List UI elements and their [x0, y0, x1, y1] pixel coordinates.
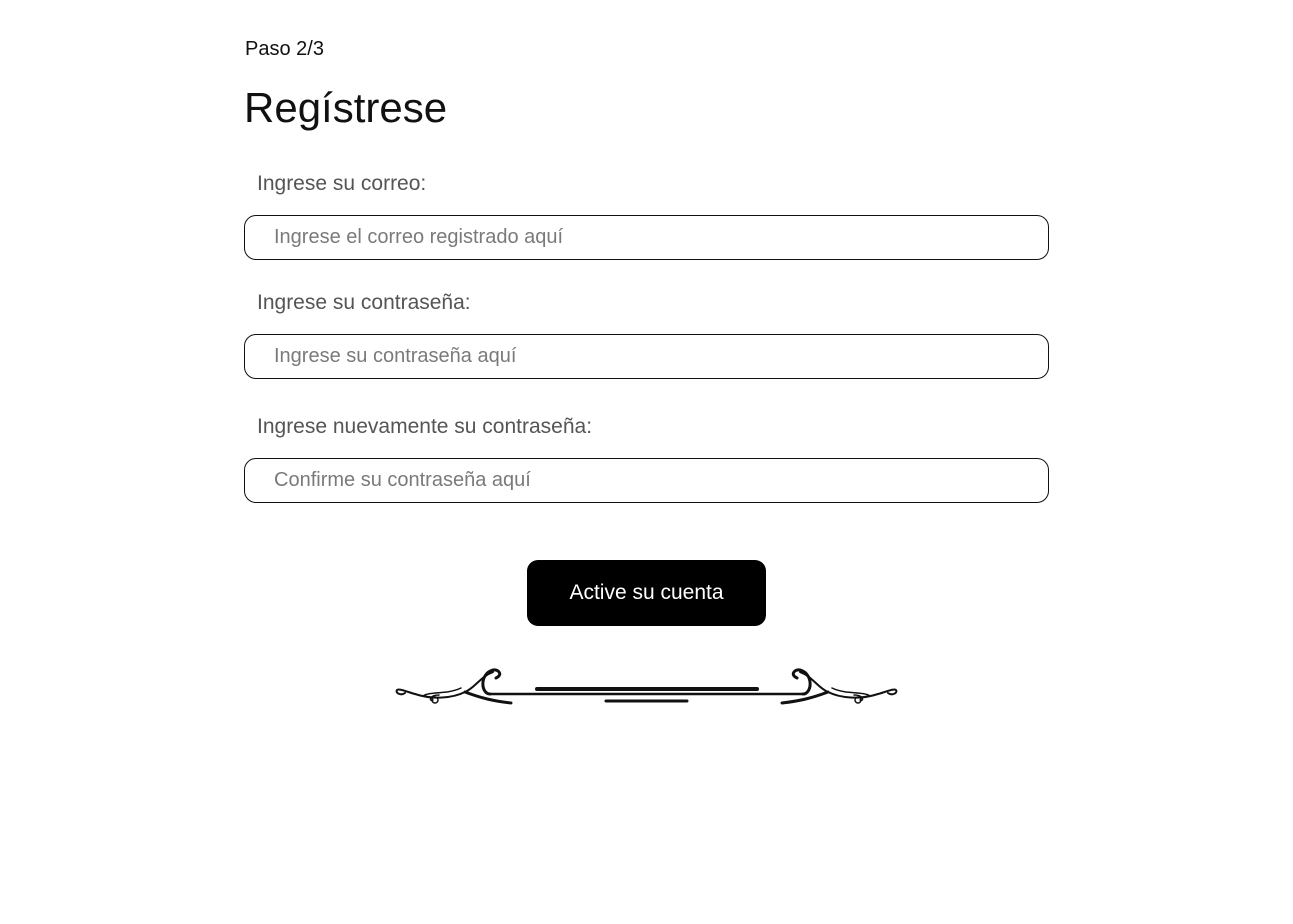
registration-page: Paso 2/3 Regístrese Ingrese su correo: I…	[0, 0, 1293, 924]
password-label: Ingrese su contraseña:	[257, 291, 471, 314]
email-field[interactable]	[244, 215, 1049, 260]
confirm-password-field[interactable]	[244, 458, 1049, 503]
flourish-divider-icon	[395, 668, 898, 705]
email-label: Ingrese su correo:	[257, 172, 427, 195]
page-title: Regístrese	[244, 84, 448, 131]
step-indicator: Paso 2/3	[245, 38, 324, 60]
confirm-password-label: Ingrese nuevamente su contraseña:	[257, 415, 593, 438]
password-field[interactable]	[244, 334, 1049, 379]
activate-account-button[interactable]: Active su cuenta	[527, 560, 766, 626]
